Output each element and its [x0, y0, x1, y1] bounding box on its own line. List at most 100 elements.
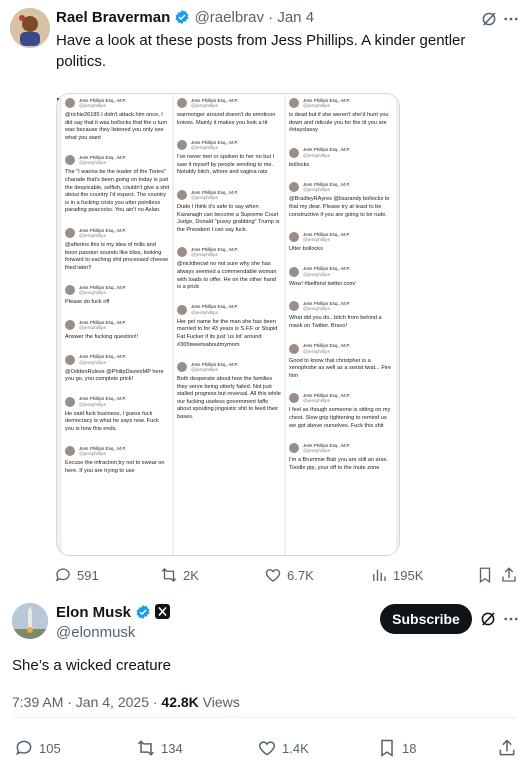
- embedded-account-handle: @jessphillips: [303, 152, 330, 158]
- heart-icon: [258, 741, 276, 756]
- more-options-icon[interactable]: [500, 608, 522, 630]
- embedded-avatar: [65, 354, 75, 365]
- repost-button[interactable]: 2K: [160, 566, 199, 584]
- embedded-tweet-text: bollocks: [289, 161, 310, 168]
- author-name[interactable]: Elon Musk: [56, 604, 131, 621]
- embedded-account-handle: @jessphillips: [303, 398, 330, 404]
- bookmark-count: 18: [402, 740, 417, 756]
- post-meta: 7:39 AM · Jan 4, 2025 · 42.8K Views: [12, 694, 240, 710]
- embedded-avatar: [177, 362, 187, 373]
- embedded-avatar: [65, 446, 75, 457]
- embedded-tweet-text: Wow! #belfend twitter.com/: [289, 280, 356, 287]
- views-button[interactable]: 195K: [370, 566, 423, 584]
- reply-icon: [55, 568, 70, 582]
- embedded-avatar: [289, 393, 299, 404]
- embedded-tweet-text: Utter bollocks: [289, 246, 323, 253]
- embedded-account-handle: @jessphillips: [191, 103, 218, 108]
- repost-button[interactable]: 134: [136, 738, 183, 758]
- embedded-tweet-text: @BradleyRAyres @lisarandy bollocks to th…: [289, 196, 390, 218]
- author-handle[interactable]: @elonmusk: [56, 624, 135, 641]
- views-label: Views: [202, 694, 240, 710]
- heart-icon: [265, 569, 281, 582]
- embedded-account-handle: @jessphillips: [303, 237, 330, 243]
- image-column: Jess Phillips Esq., M.P. @jessphillips war…: [174, 94, 284, 555]
- embedded-account-handle: @jessphillips: [303, 103, 330, 108]
- embedded-tweet-header: Jess Phillips Esq., M.P. @jessphillips: [62, 224, 172, 242]
- views-count: 42.8K: [161, 694, 199, 710]
- reply-button[interactable]: 105: [14, 738, 61, 758]
- author-handle[interactable]: @raelbrav: [195, 9, 264, 26]
- embedded-avatar: [177, 140, 187, 151]
- embedded-tweet-header: Jess Phillips Esq., M.P. @jessphillips: [286, 94, 396, 112]
- x-affiliate-icon[interactable]: [155, 604, 171, 619]
- embedded-tweet-text: I'm a Brummie Bab you are still an arse.…: [289, 457, 388, 471]
- embedded-tweet-text: @OddenRuless @PhilipDaviesMP here you go…: [65, 368, 164, 383]
- embedded-account-name: Jess Phillips Esq., M.P. @jessphillips: [191, 361, 239, 373]
- share-icon: [502, 567, 516, 582]
- repost-count: 2K: [183, 567, 199, 583]
- embedded-account-handle: @jessphillips: [303, 271, 330, 277]
- embedded-account-handle: @jessphillips: [79, 103, 106, 108]
- image-column: Jess Phillips Esq., M.P. @jessphillips @ri…: [62, 94, 172, 555]
- author-avatar[interactable]: [10, 8, 50, 48]
- embedded-tweet-header: Jess Phillips Esq., M.P. @jessphillips: [286, 439, 396, 457]
- grok-icon[interactable]: [477, 608, 499, 630]
- embedded-tweet-text: Her pet name for the man she has been ma…: [177, 318, 278, 348]
- embedded-tweet-header: Jess Phillips Esq., M.P. @jessphillips: [62, 393, 172, 411]
- post-timestamp[interactable]: 7:39 AM · Jan 4, 2025 ·: [12, 694, 158, 710]
- subscribe-button[interactable]: Subscribe: [380, 604, 472, 634]
- repost-count: 134: [161, 740, 183, 756]
- grok-icon[interactable]: [478, 8, 500, 30]
- embedded-account-name: Jess Phillips Esq., M.P. @jessphillips: [303, 266, 351, 277]
- embedded-account-handle: @jessphillips: [303, 306, 330, 312]
- embedded-avatar: [65, 155, 75, 166]
- author-avatar[interactable]: [12, 603, 48, 639]
- analytics-icon: [373, 569, 386, 581]
- reply-button[interactable]: 591: [54, 566, 99, 584]
- like-count: 1.4K: [282, 740, 309, 756]
- embedded-tweet-header: Jess Phillips Esq., M.P. @jessphillips: [286, 178, 396, 196]
- embedded-account-name: Jess Phillips Esq., M.P. @jessphillips: [303, 147, 351, 158]
- embedded-tweet-header: Jess Phillips Esq., M.P. @jessphillips: [62, 281, 172, 299]
- embedded-tweet-text: @nickthecwl no not sure why she has alwa…: [177, 261, 277, 291]
- bookmark-button[interactable]: 18: [377, 738, 416, 758]
- post-header: Rael Braverman @raelbrav · Jan 4: [56, 9, 314, 26]
- post-date[interactable]: Jan 4: [277, 9, 314, 26]
- embedded-tweet-header: Jess Phillips Esq., M.P. @jessphillips: [174, 186, 284, 204]
- author-name[interactable]: Rael Braverman: [56, 9, 170, 26]
- bookmark-icon: [381, 739, 393, 757]
- like-button[interactable]: 1.4K: [257, 738, 309, 758]
- share-icon: [499, 739, 515, 756]
- embedded-avatar: [65, 396, 75, 407]
- embedded-avatar: [289, 182, 299, 193]
- embedded-tweet-text: Excuse the infraction,try not to swear o…: [65, 460, 165, 475]
- embedded-tweet-header: Jess Phillips Esq., M.P. @jessphillips: [174, 358, 284, 376]
- embedded-tweet-header: Jess Phillips Esq., M.P. @jessphillips: [286, 340, 396, 358]
- embedded-tweet-header: Jess Phillips Esq., M.P. @jessphillips: [174, 301, 284, 319]
- quoted-post: Rael Braverman @raelbrav · Jan 4 Have a …: [0, 0, 529, 593]
- share-button[interactable]: [498, 564, 520, 586]
- like-count: 6.7K: [287, 567, 314, 583]
- bookmark-button[interactable]: [474, 564, 496, 586]
- embedded-account-name: Jess Phillips Esq., M.P. @jessphillips: [303, 392, 351, 404]
- embedded-account-name: Jess Phillips Esq., M.P. @jessphillips: [79, 446, 127, 457]
- embedded-account-name: Jess Phillips Esq., M.P. @jessphillips: [191, 304, 239, 315]
- embedded-account-handle: @jessphillips: [191, 367, 218, 373]
- share-button[interactable]: [496, 737, 518, 759]
- embedded-account-name: Jess Phillips Esq., M.P. @jessphillips: [191, 139, 239, 151]
- embedded-tweet-header: Jess Phillips Esq., M.P. @jessphillips: [286, 228, 396, 246]
- like-button[interactable]: 6.7K: [264, 566, 314, 584]
- more-options-icon[interactable]: [500, 8, 522, 30]
- embedded-tweet-text: He said fuck business, I guess fuck demo…: [65, 410, 159, 432]
- embedded-account-name: Jess Phillips Esq., M.P. @jessphillips: [79, 319, 127, 330]
- embedded-account-name: Jess Phillips Esq., M.P. @jessphillips: [303, 97, 351, 108]
- embedded-account-handle: @jessphillips: [303, 187, 330, 193]
- embedded-tweet-text: Answer the fucking question!!: [65, 333, 139, 340]
- reply-count: 591: [77, 567, 99, 583]
- embedded-tweet-text: Dude I think it's safe to say when Kavan…: [177, 203, 280, 233]
- embedded-account-name: Jess Phillips Esq., M.P. @jessphillips: [303, 442, 351, 454]
- embedded-avatar: [177, 98, 187, 108]
- embedded-avatar: [289, 147, 299, 158]
- embedded-image[interactable]: Jess Phillips Esq., M.P. @jessphillips @ri…: [56, 93, 400, 556]
- embedded-account-handle: @jessphillips: [191, 309, 218, 315]
